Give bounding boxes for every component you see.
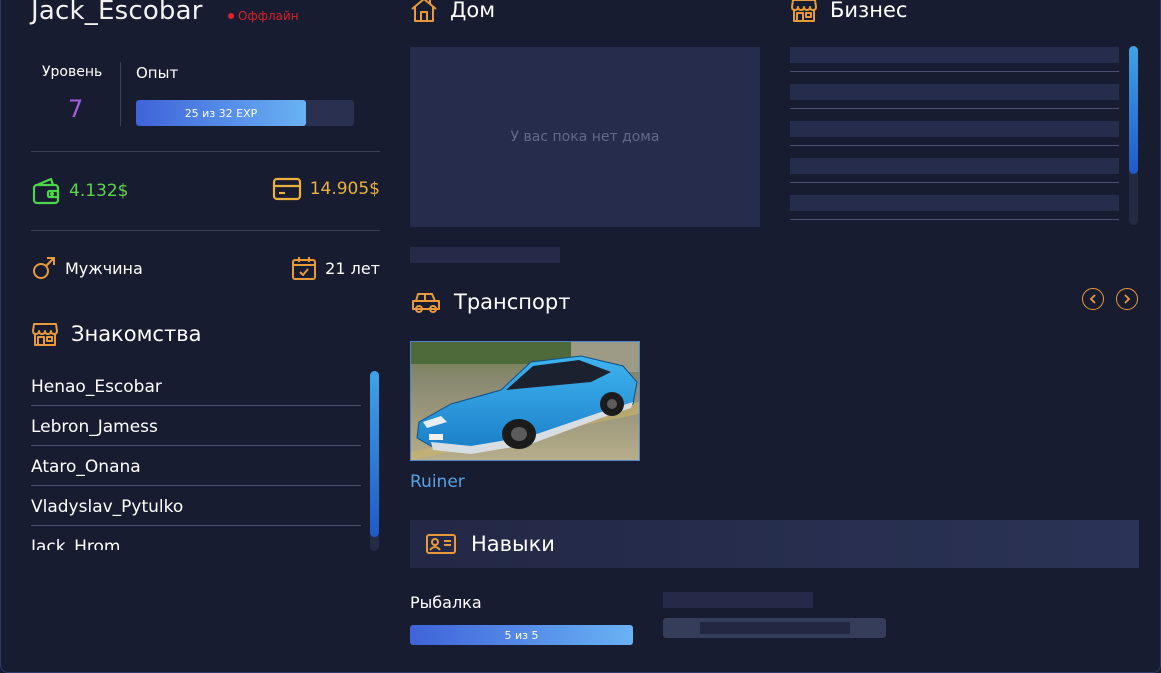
divider — [31, 230, 380, 231]
id-card-icon — [426, 534, 456, 554]
card-icon — [272, 177, 301, 201]
friend-item[interactable]: Lebron_Jamess — [31, 406, 361, 446]
chevron-left-icon — [1089, 294, 1096, 304]
friend-item[interactable]: Vladyslav_Pytulko — [31, 486, 361, 526]
exp-progress-text: 25 из 32 EXP — [184, 106, 258, 120]
friend-name: Vladyslav_Pytulko — [31, 496, 184, 517]
cash-balance: 4.132$ — [31, 176, 128, 206]
divider — [31, 151, 380, 152]
gender-text: Мужчина — [65, 258, 143, 278]
friend-name: Lebron_Jamess — [31, 416, 158, 437]
transport-title: Транспорт — [454, 290, 571, 314]
exp-progress-bar: 25 из 32 EXP — [136, 100, 354, 126]
status-badge: Оффлайн — [228, 9, 299, 23]
home-empty-text: У вас пока нет дома — [510, 129, 660, 145]
home-header: Дом — [410, 0, 495, 24]
bank-amount: 14.905$ — [309, 179, 380, 199]
business-scrollbar[interactable] — [1129, 46, 1138, 225]
vehicle-image — [411, 342, 639, 460]
player-name: Jack_Escobar — [31, 0, 203, 26]
business-list — [790, 47, 1119, 232]
car-icon — [412, 293, 440, 313]
exp-label: Опыт — [136, 64, 179, 82]
skill-name: Рыбалка — [410, 593, 482, 612]
chevron-right-icon — [1124, 294, 1131, 304]
friend-name: Henao_Escobar — [31, 376, 162, 397]
divider — [120, 62, 121, 126]
skill-progress-text: 5 из 5 — [504, 628, 539, 642]
home-title: Дом — [450, 0, 496, 22]
friends-scrollbar[interactable] — [370, 371, 379, 551]
wallet-icon — [32, 177, 60, 205]
friend-name: Jack_Hrom — [31, 536, 121, 551]
status-text: Оффлайн — [238, 9, 299, 23]
level-label: Уровень — [42, 64, 103, 80]
prev-vehicle-button[interactable] — [1082, 288, 1104, 310]
store-icon — [32, 323, 58, 346]
skills-title: Навыки — [471, 532, 555, 556]
skills-header: Навыки — [410, 520, 1139, 568]
vehicle-card[interactable] — [410, 341, 640, 461]
business-placeholder-row — [790, 47, 1119, 84]
status-dot — [228, 13, 234, 19]
vehicle-name[interactable]: Ruiner — [410, 472, 465, 492]
placeholder-progress-bar — [663, 618, 886, 638]
placeholder-progress-inner — [700, 622, 850, 634]
friends-title: Знакомства — [71, 322, 202, 346]
calendar-icon — [292, 257, 317, 280]
male-icon — [33, 257, 55, 279]
level-value: 7 — [68, 95, 84, 123]
friend-item[interactable]: Jack_Hrom — [31, 526, 361, 551]
business-placeholder-row — [790, 158, 1119, 195]
friends-list[interactable]: Henao_Escobar Lebron_Jamess Ataro_Onana Vla… — [31, 366, 361, 550]
age-text: 21 лет — [325, 258, 380, 278]
cash-amount: 4.132$ — [69, 181, 129, 201]
business-placeholder-row — [790, 195, 1119, 232]
placeholder-bar — [410, 247, 560, 263]
friends-header: Знакомства — [31, 320, 201, 348]
next-vehicle-button[interactable] — [1116, 288, 1138, 310]
friend-name: Ataro_Onana — [31, 456, 141, 477]
friend-item[interactable]: Ataro_Onana — [31, 446, 361, 486]
business-header: Бизнес — [790, 0, 907, 24]
scrollbar-thumb[interactable] — [1129, 46, 1138, 174]
business-placeholder-row — [790, 84, 1119, 121]
transport-header: Транспорт — [410, 288, 570, 316]
friend-item[interactable]: Henao_Escobar — [31, 366, 361, 406]
business-placeholder-row — [790, 121, 1119, 158]
store-icon — [791, 0, 817, 22]
home-icon — [411, 0, 437, 22]
gender-info: Мужчина — [31, 255, 143, 281]
skill-progress-bar: 5 из 5 — [410, 625, 633, 645]
business-title: Бизнес — [830, 0, 908, 22]
bank-balance: 14.905$ — [272, 176, 380, 202]
placeholder-bar — [663, 592, 813, 608]
age-info: 21 лет — [291, 255, 380, 281]
scrollbar-thumb[interactable] — [370, 371, 379, 537]
home-empty-panel: У вас пока нет дома — [410, 47, 760, 227]
